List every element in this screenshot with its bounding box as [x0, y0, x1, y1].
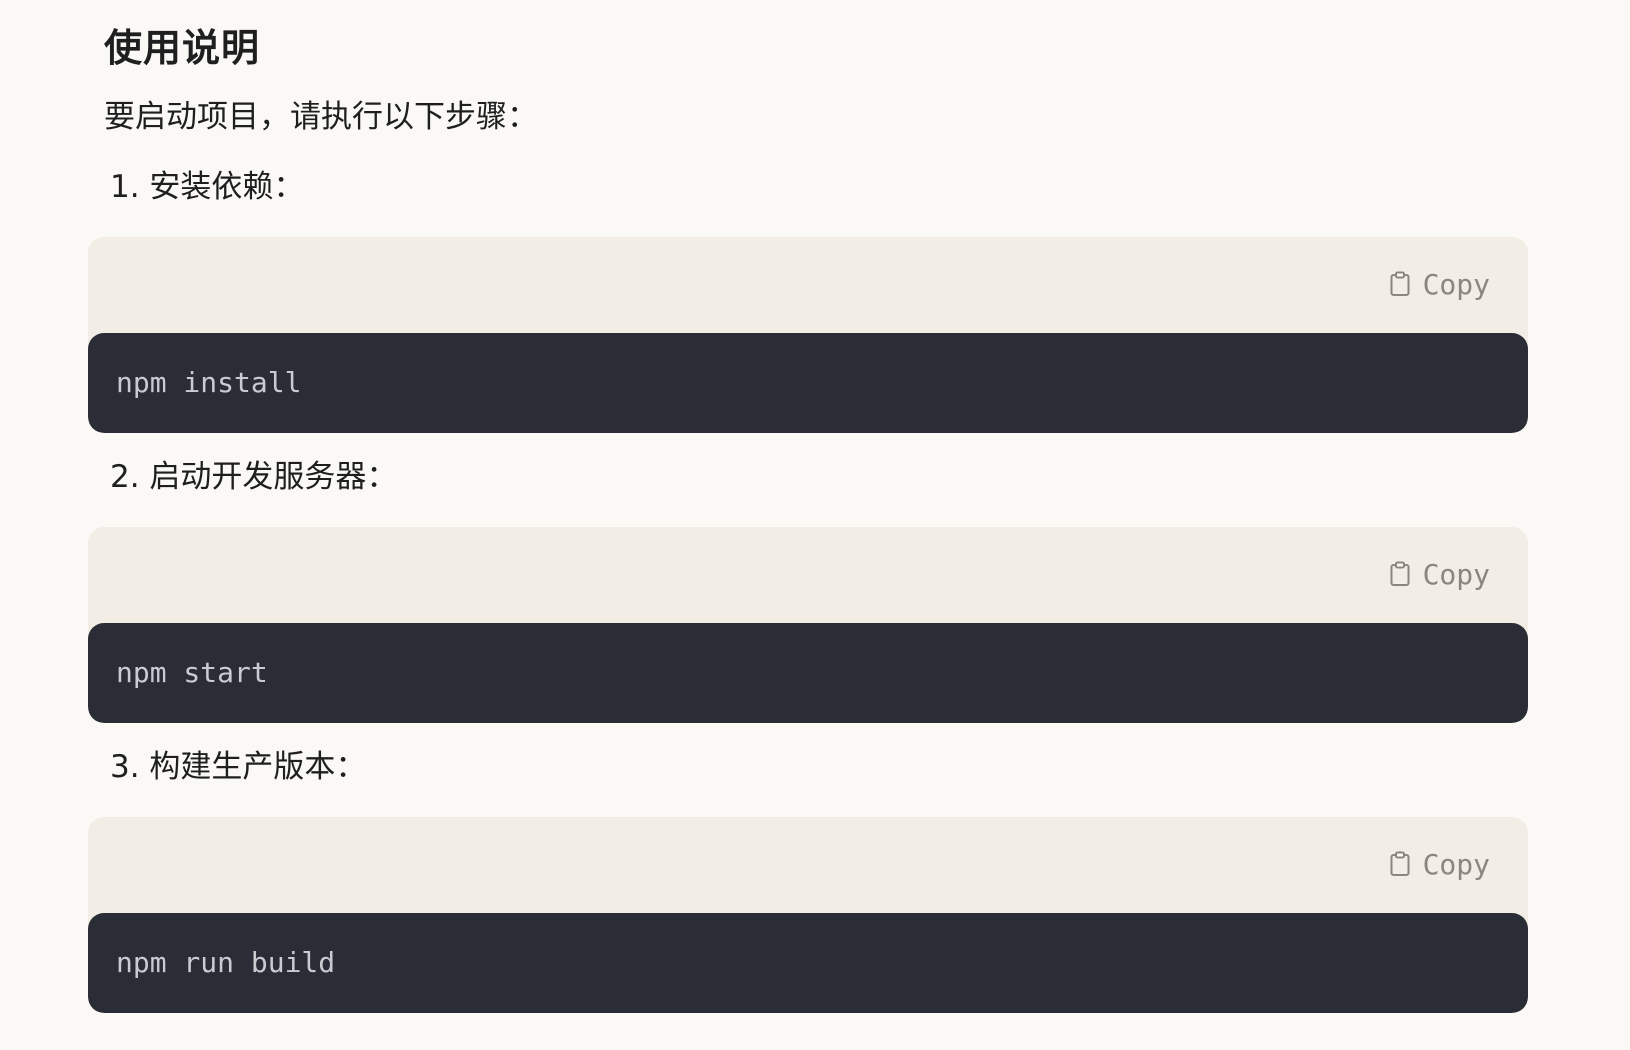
code-block-start: Copy npm start — [88, 527, 1528, 723]
code-command: npm install — [116, 366, 302, 399]
code-content: npm run build — [88, 913, 1528, 1013]
instructions-page: 使用说明 要启动项目，请执行以下步骤： 1. 安装依赖： Copy npm in… — [0, 0, 1630, 1050]
clipboard-icon — [1389, 561, 1411, 587]
step-label-build: 3. 构建生产版本： — [110, 749, 367, 785]
code-content: npm install — [88, 333, 1528, 433]
clipboard-icon — [1389, 271, 1411, 297]
code-command: npm start — [116, 656, 268, 689]
copy-button-label: Copy — [1422, 557, 1490, 591]
intro-text: 要启动项目，请执行以下步骤： — [104, 99, 538, 135]
code-block-install: Copy npm install — [88, 237, 1528, 433]
copy-button-build[interactable]: Copy — [1385, 841, 1494, 887]
code-block-header: Copy — [88, 527, 1528, 623]
code-command: npm run build — [116, 946, 336, 979]
code-content: npm start — [88, 623, 1528, 723]
copy-button-install[interactable]: Copy — [1385, 261, 1494, 307]
page-title: 使用说明 — [104, 26, 261, 70]
code-block-build: Copy npm run build — [88, 817, 1528, 1013]
copy-button-label: Copy — [1422, 267, 1490, 301]
step-label-install: 1. 安装依赖： — [110, 169, 305, 205]
clipboard-icon — [1389, 851, 1411, 877]
step-label-start: 2. 启动开发服务器： — [110, 459, 398, 495]
code-block-header: Copy — [88, 237, 1528, 333]
code-block-header: Copy — [88, 817, 1528, 913]
copy-button-label: Copy — [1422, 847, 1490, 881]
copy-button-start[interactable]: Copy — [1385, 551, 1494, 597]
